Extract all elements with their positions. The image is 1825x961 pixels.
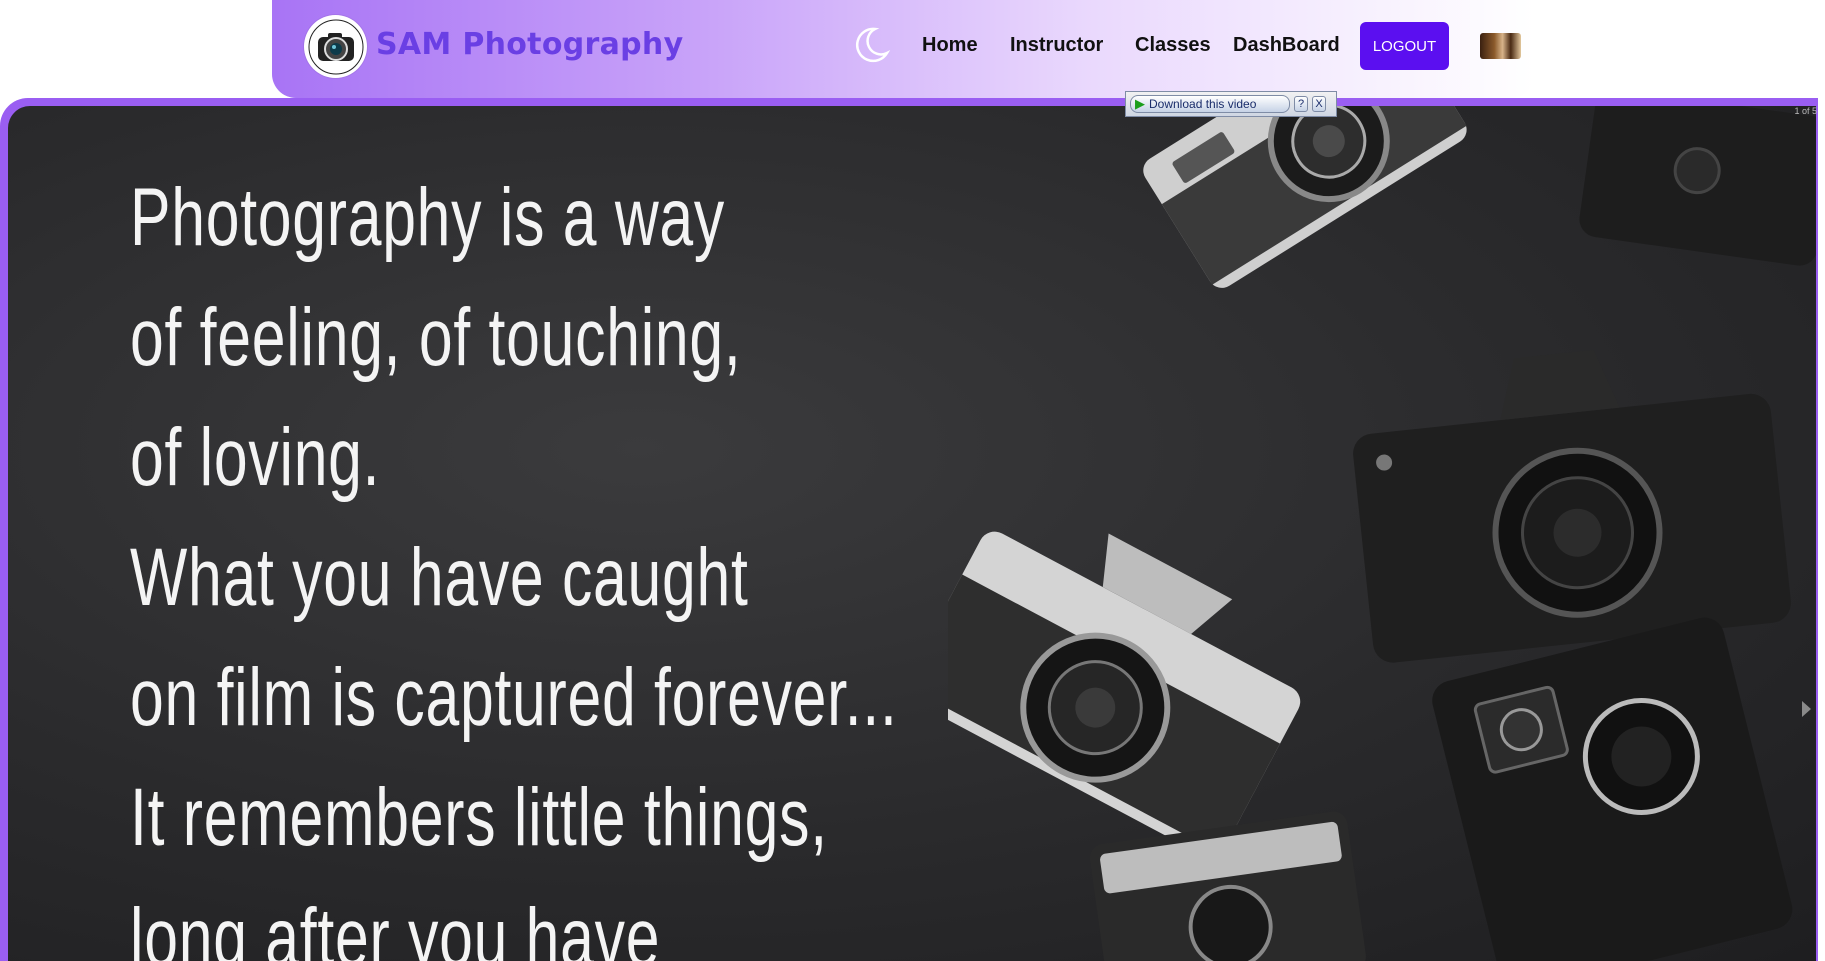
quote-line: on film is captured forever... (130, 652, 898, 743)
camera-lens-logo-icon[interactable] (304, 15, 367, 78)
top-navbar: SAM Photography Home Instructor Classes … (272, 0, 1535, 98)
hero-slide: Photography is a way of feeling, of touc… (8, 106, 1816, 961)
quote-line: It remembers little things, (130, 772, 828, 863)
help-button[interactable]: ? (1294, 96, 1308, 112)
logout-button[interactable]: LOGOUT (1360, 22, 1449, 70)
nav-link-classes[interactable]: Classes (1135, 34, 1211, 57)
nav-link-instructor[interactable]: Instructor (1010, 34, 1103, 57)
close-button[interactable]: X (1312, 96, 1326, 112)
quote-line: of loving. (130, 412, 381, 503)
download-video-label: Download this video (1149, 97, 1257, 111)
slide-counter: 1 of 5 (1794, 106, 1817, 116)
moon-icon[interactable] (851, 25, 891, 65)
nav-link-dashboard[interactable]: DashBoard (1233, 34, 1340, 57)
nav-link-home[interactable]: Home (922, 34, 978, 57)
quote-line: of feeling, of touching, (130, 292, 742, 383)
user-avatar-icon[interactable] (1480, 33, 1521, 59)
download-video-button[interactable]: ▶ Download this video (1130, 95, 1290, 113)
play-icon: ▶ (1135, 96, 1145, 111)
quote-line: Photography is a way (130, 172, 725, 263)
chevron-right-icon[interactable] (1802, 701, 1811, 717)
brand-title[interactable]: SAM Photography (376, 27, 683, 62)
quote-line: What you have caught (130, 532, 749, 623)
download-video-bar: ▶ Download this video ? X (1125, 91, 1337, 117)
quote-line: long after you have (130, 892, 661, 961)
vintage-cameras-image (948, 106, 1816, 961)
